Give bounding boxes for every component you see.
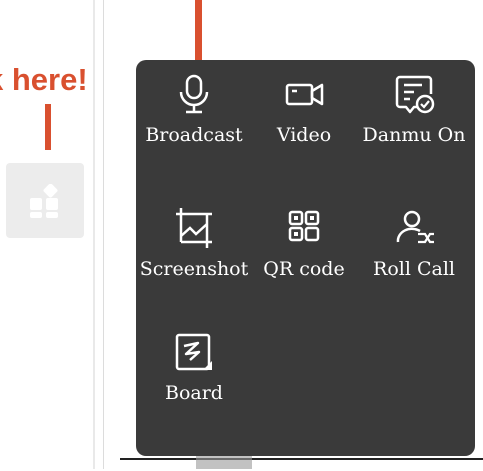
roll-call-icon — [396, 210, 434, 244]
tools-panel: Broadcast Video Danmu On Screenshot QR c… — [136, 60, 475, 456]
microphone-icon — [179, 74, 209, 114]
bottom-toolbar-mark — [196, 456, 252, 469]
broadcast-button[interactable]: Broadcast — [139, 72, 249, 146]
video-button[interactable]: Video — [249, 72, 359, 146]
bottom-toolbar-edge — [120, 458, 483, 471]
qr-code-button[interactable]: QR code — [249, 206, 359, 280]
danmu-on-button[interactable]: Danmu On — [359, 72, 469, 146]
screenshot-label: Screenshot — [139, 258, 249, 280]
apps-grid-icon — [30, 183, 58, 218]
board-icon — [175, 333, 212, 371]
pane-divider — [93, 0, 95, 469]
board-label: Board — [165, 382, 223, 404]
broadcast-label: Broadcast — [145, 124, 243, 146]
annotation-callout: k here! — [0, 62, 88, 97]
qr-code-icon — [288, 210, 320, 242]
annotation-arrow-left — [45, 104, 51, 150]
danmu-icon — [395, 75, 435, 114]
screenshot-button[interactable]: Screenshot — [139, 206, 249, 280]
video-label: Video — [276, 124, 332, 146]
video-camera-icon — [285, 83, 324, 106]
roll-call-button[interactable]: Roll Call — [359, 206, 469, 280]
danmu-on-label: Danmu On — [362, 124, 466, 146]
screenshot-icon — [176, 208, 212, 248]
qr-code-label: QR code — [263, 258, 345, 280]
roll-call-label: Roll Call — [373, 258, 455, 280]
left-pane: k here! — [0, 0, 93, 469]
board-button[interactable]: Board — [139, 330, 249, 404]
apps-button[interactable] — [6, 163, 84, 238]
